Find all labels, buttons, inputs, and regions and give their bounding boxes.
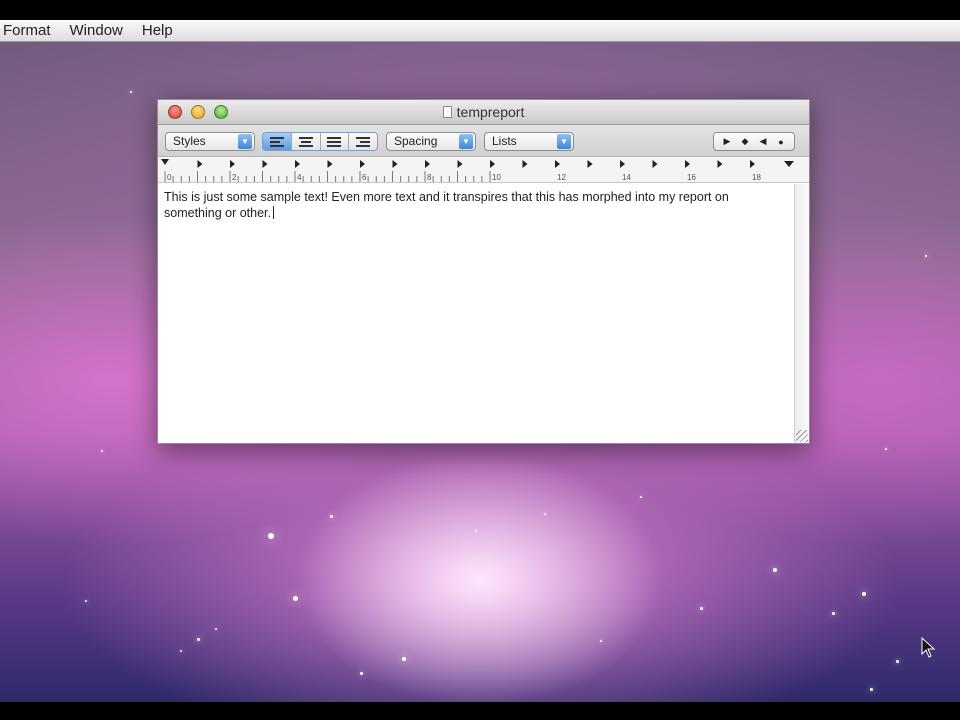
- menu-format[interactable]: Format: [0, 22, 60, 39]
- window-title: tempreport: [456, 104, 525, 120]
- chevron-down-icon: ▼: [557, 134, 571, 149]
- spacing-popup[interactable]: Spacing ▼: [386, 132, 476, 151]
- right-margin-marker[interactable]: [784, 161, 794, 167]
- mouse-pointer-icon: [921, 637, 936, 658]
- tab-stop-marker[interactable]: [230, 160, 235, 168]
- tab-stop-marker[interactable]: [685, 160, 690, 168]
- spacing-label: Spacing: [394, 134, 438, 148]
- ruler-number: 14: [622, 173, 631, 182]
- wallpaper-star: [870, 688, 873, 691]
- wallpaper-star: [640, 496, 642, 498]
- lists-popup[interactable]: Lists ▼: [484, 132, 574, 151]
- wallpaper-star: [293, 596, 298, 601]
- ruler-number: 6: [362, 173, 367, 182]
- align-center-button[interactable]: [292, 133, 321, 150]
- left-indent-marker[interactable]: [161, 159, 169, 165]
- decimal-tab-icon[interactable]: ●: [774, 137, 788, 147]
- ruler-number: 12: [557, 173, 566, 182]
- wallpaper-star: [475, 530, 477, 532]
- ruler-number: 2: [232, 173, 237, 182]
- tab-stop-marker[interactable]: [717, 160, 723, 168]
- wallpaper-star: [268, 533, 274, 539]
- tab-stop-marker[interactable]: [750, 160, 755, 168]
- styles-label: Styles: [173, 134, 206, 148]
- resize-grip-icon[interactable]: [796, 430, 808, 442]
- wallpaper-star: [215, 628, 217, 630]
- align-justify-button[interactable]: [321, 133, 350, 150]
- ruler-graphic: 0 2 4 6 8 10 12 14 16 18: [161, 159, 794, 182]
- tab-stop-marker[interactable]: [522, 160, 528, 168]
- tab-stop-marker[interactable]: [457, 160, 463, 168]
- window-titlebar[interactable]: tempreport: [158, 100, 809, 125]
- styles-popup[interactable]: Styles ▼: [165, 132, 255, 151]
- ruler-number: 4: [297, 173, 302, 182]
- tab-stop-marker[interactable]: [490, 160, 495, 168]
- format-toolbar: Styles ▼ Spacing ▼ Lists ▼ ▶ ◆ ◀ ●: [158, 125, 809, 157]
- align-left-button[interactable]: [263, 133, 292, 150]
- align-right-icon: [356, 136, 371, 147]
- wallpaper-star: [862, 592, 866, 596]
- tab-stop-marker[interactable]: [392, 160, 398, 168]
- align-right-button[interactable]: [349, 133, 377, 150]
- wallpaper-star: [330, 515, 333, 518]
- menu-help[interactable]: Help: [138, 22, 182, 39]
- text-caret: [273, 206, 275, 219]
- wallpaper-star: [360, 672, 363, 675]
- tab-stop-marker[interactable]: [197, 160, 203, 168]
- wallpaper-star: [130, 91, 132, 93]
- center-tab-icon[interactable]: ◆: [738, 136, 752, 147]
- wallpaper-star: [600, 640, 602, 642]
- tab-stop-marker[interactable]: [262, 160, 268, 168]
- tab-stop-marker[interactable]: [295, 160, 300, 168]
- lists-label: Lists: [492, 134, 517, 148]
- wallpaper-star: [885, 448, 887, 450]
- right-tab-icon[interactable]: ◀: [756, 136, 770, 147]
- document-text-area[interactable]: This is just some sample text! Even more…: [158, 184, 794, 443]
- wallpaper-star: [896, 660, 899, 663]
- ruler-number: 16: [687, 173, 696, 182]
- letterbox-bar: [0, 702, 960, 720]
- wallpaper-star: [180, 650, 182, 652]
- tab-stop-marker[interactable]: [327, 160, 333, 168]
- wallpaper-star: [773, 568, 777, 572]
- alignment-segmented-control: [262, 132, 378, 151]
- document-text-container: This is just some sample text! Even more…: [164, 189, 784, 221]
- tab-stop-marker[interactable]: [587, 160, 593, 168]
- vertical-scrollbar[interactable]: [794, 184, 809, 443]
- textedit-window: tempreport Styles ▼ Spacing ▼ Lists ▼ ▶ …: [157, 99, 810, 444]
- document-icon: [442, 106, 452, 118]
- wallpaper-star: [85, 600, 87, 602]
- ruler-number: 0: [167, 173, 172, 182]
- chevron-down-icon: ▼: [238, 134, 252, 149]
- ruler-number: 8: [427, 173, 432, 182]
- tab-stop-marker[interactable]: [555, 160, 560, 168]
- tab-stop-marker[interactable]: [620, 160, 625, 168]
- ruler[interactable]: 0 2 4 6 8 10 12 14 16 18: [158, 157, 809, 183]
- ruler-number: 10: [492, 173, 501, 182]
- align-justify-icon: [327, 136, 342, 147]
- window-title-area: tempreport: [158, 104, 809, 120]
- wallpaper-star: [544, 513, 546, 515]
- wallpaper-star: [700, 607, 703, 610]
- wallpaper-star: [925, 255, 927, 257]
- tab-stop-controls: ▶ ◆ ◀ ●: [713, 132, 795, 151]
- left-tab-icon[interactable]: ▶: [720, 136, 734, 147]
- wallpaper-star: [402, 657, 406, 661]
- tab-stop-marker[interactable]: [360, 160, 365, 168]
- align-center-icon: [298, 136, 313, 147]
- wallpaper-star: [101, 450, 103, 452]
- tab-stop-marker[interactable]: [652, 160, 658, 168]
- ruler-number: 18: [752, 173, 761, 182]
- menu-bar: Format Window Help: [0, 20, 960, 42]
- wallpaper-star: [832, 612, 835, 615]
- tab-stop-marker[interactable]: [425, 160, 430, 168]
- menu-window[interactable]: Window: [66, 22, 132, 39]
- align-left-icon: [269, 136, 284, 147]
- wallpaper-star: [197, 638, 200, 641]
- chevron-down-icon: ▼: [459, 134, 473, 149]
- document-text: This is just some sample text! Even more…: [164, 190, 729, 220]
